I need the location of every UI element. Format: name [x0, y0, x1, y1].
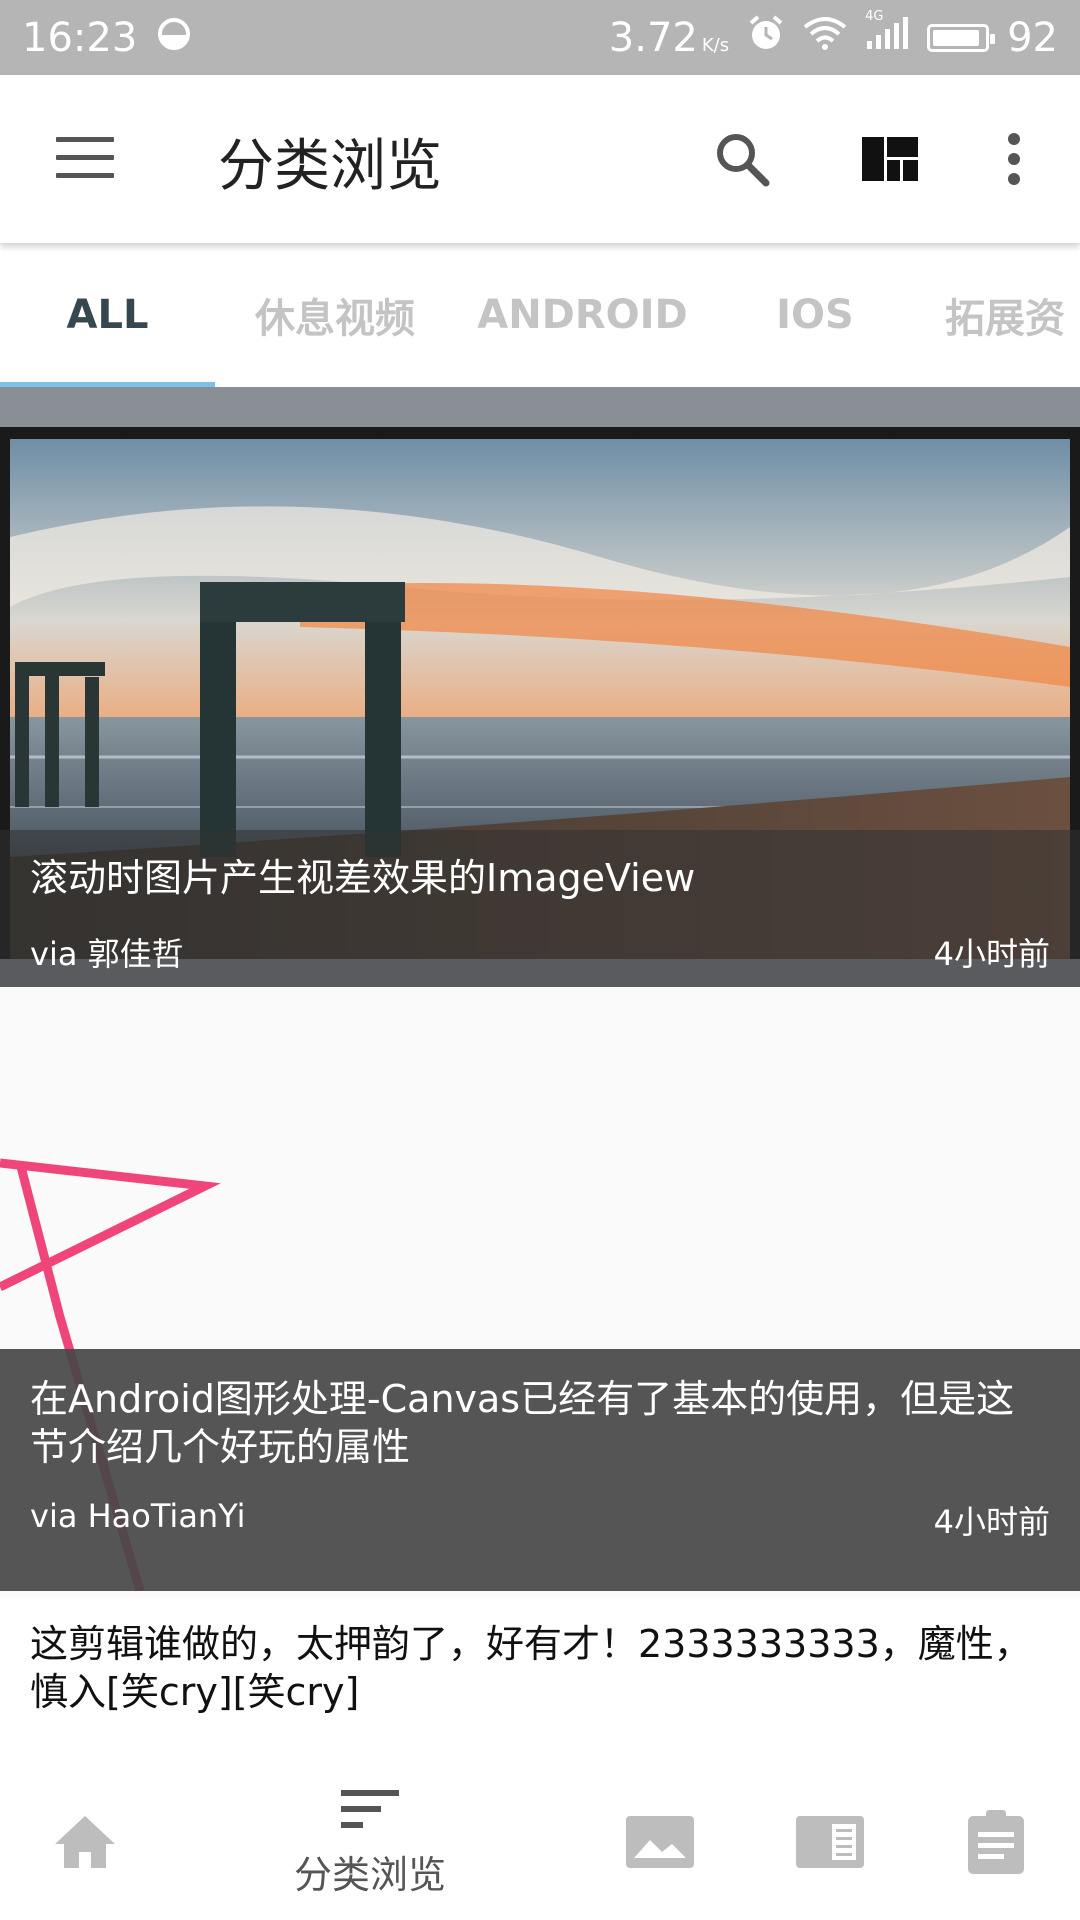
alarm-icon — [747, 14, 785, 62]
tab-relax-video[interactable]: 休息视频 — [215, 243, 455, 387]
battery-fill — [933, 29, 980, 46]
menu-icon[interactable] — [56, 137, 114, 179]
card-title: 滚动时图片产生视差效果的ImageView — [30, 856, 696, 900]
feed-card[interactable]: 滚动时图片产生视差效果的ImageView via 郭佳哲 4小时前 — [0, 387, 1080, 987]
wifi-icon — [803, 15, 847, 61]
card-caption: 滚动时图片产生视差效果的ImageView via 郭佳哲 4小时前 — [0, 830, 1080, 987]
feed-card[interactable]: 在Android图形处理-Canvas已经有了基本的使用，但是这节介绍几个好玩的… — [0, 987, 1080, 1591]
status-bar: 16:23 3.72 K/s 4G 92 — [0, 0, 1080, 75]
card-title: 在Android图形处理-Canvas已经有了基本的使用，但是这节介绍几个好玩的… — [30, 1377, 1015, 1469]
data-saver-icon — [157, 15, 191, 61]
home-icon — [53, 1814, 117, 1874]
card-author: via HaoTianYi — [30, 1497, 246, 1535]
sort-icon — [341, 1789, 399, 1834]
network-type: 4G — [865, 8, 884, 24]
network-speed-unit: K/s — [701, 34, 730, 56]
image-icon — [626, 1816, 694, 1872]
category-tabs: ALL 休息视频 ANDROID IOS 拓展资 — [0, 243, 1080, 387]
more-vert-icon[interactable] — [982, 127, 1046, 191]
status-time: 16:23 — [22, 14, 138, 61]
search-icon[interactable] — [710, 127, 774, 191]
nav-category[interactable]: 分类浏览 — [270, 1768, 470, 1920]
feed-card[interactable]: 这剪辑谁做的，太押韵了，好有才！2333333333，魔性，慎入[笑cry][笑… — [0, 1598, 1080, 1768]
card-caption: 在Android图形处理-Canvas已经有了基本的使用，但是这节介绍几个好玩的… — [0, 1349, 1080, 1591]
app-toolbar: 分类浏览 — [0, 75, 1080, 243]
battery-percent: 92 — [1007, 14, 1058, 61]
card-time: 4小时前 — [933, 1503, 1050, 1541]
bottom-navigation: 分类浏览 — [0, 1768, 1080, 1920]
signal-icon: 4G — [865, 9, 909, 61]
nav-gallery[interactable] — [620, 1768, 700, 1920]
card-title: 这剪辑谁做的，太押韵了，好有才！2333333333，魔性，慎入[笑cry][笑… — [30, 1622, 1032, 1714]
page-title: 分类浏览 — [218, 134, 442, 199]
nav-category-label: 分类浏览 — [293, 1852, 446, 1897]
card-author: via 郭佳哲 — [30, 935, 184, 973]
tab-android[interactable]: ANDROID — [455, 243, 710, 387]
nav-clipboard[interactable] — [960, 1768, 1032, 1920]
nav-reader[interactable] — [790, 1768, 870, 1920]
nav-home[interactable] — [40, 1768, 130, 1920]
battery-icon — [927, 23, 996, 52]
tab-all[interactable]: ALL — [0, 243, 215, 387]
card-time: 4小时前 — [933, 935, 1050, 973]
clipboard-icon — [968, 1810, 1024, 1878]
tab-ios[interactable]: IOS — [710, 243, 920, 387]
tab-extension[interactable]: 拓展资 — [945, 243, 1080, 387]
reader-icon — [796, 1816, 864, 1872]
network-speed: 3.72 — [608, 14, 698, 61]
layout-grid-icon[interactable] — [858, 127, 922, 191]
